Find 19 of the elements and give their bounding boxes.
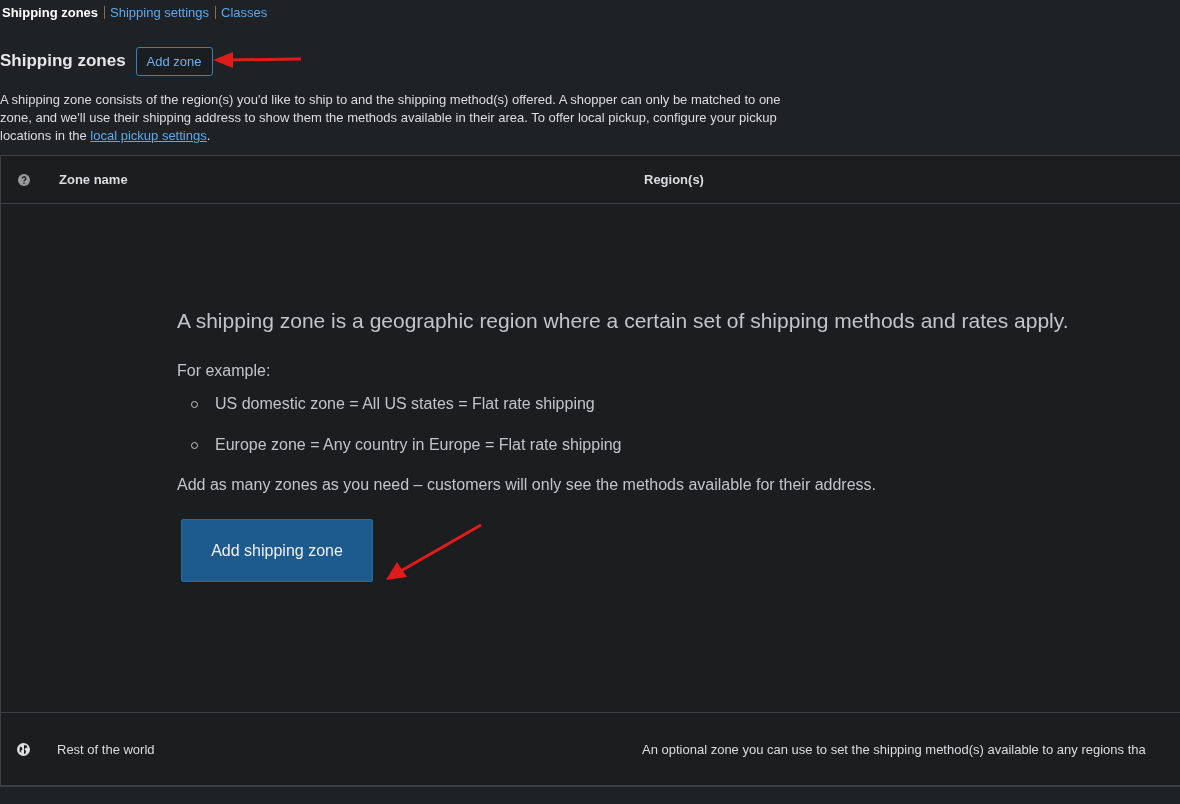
zone-name: Rest of the world (57, 741, 156, 757)
page-title: Shipping zones (0, 51, 126, 71)
example-label: For example: (177, 362, 272, 380)
description-text: A shipping zone consists of the region(s) you'd like to ship to and the shipping method(s) offered. A shopper can only be matched to one zone, and we'll use their shipping address to show them the methods available in their area. To offer local pickup, configure your pickup locations in the local pickup settings. (0, 91, 782, 145)
subnav-link[interactable]: Shipping settings (110, 4, 210, 20)
zone-regions: An optional zone you can use to set the shipping method(s) available to any regions tha (642, 741, 1146, 757)
empty-state-note: Add as many zones as you need – customers will only see the methods available for their address. (177, 476, 878, 494)
column-header: Zone name (59, 172, 129, 187)
add-shipping-zone-button[interactable]: Add shipping zone (181, 519, 373, 582)
empty-state-heading: A shipping zone is a geographic region where a certain set of shipping methods and rates apply. (177, 309, 1070, 333)
subnav-link[interactable]: Classes (221, 4, 268, 20)
subnav-link[interactable]: Shipping zones (2, 4, 99, 20)
example-item: Europe zone = Any country in Europe = Flat rate shipping (215, 436, 622, 453)
help-icon[interactable] (18, 173, 30, 186)
example-item: US domestic zone = All US states = Flat rate shipping (215, 395, 595, 412)
local-pickup-link[interactable]: local pickup settings (90, 128, 207, 143)
globe-icon (17, 742, 30, 756)
column-header: Region(s) (644, 172, 704, 187)
add-zone-button[interactable]: Add zone (135, 46, 213, 76)
